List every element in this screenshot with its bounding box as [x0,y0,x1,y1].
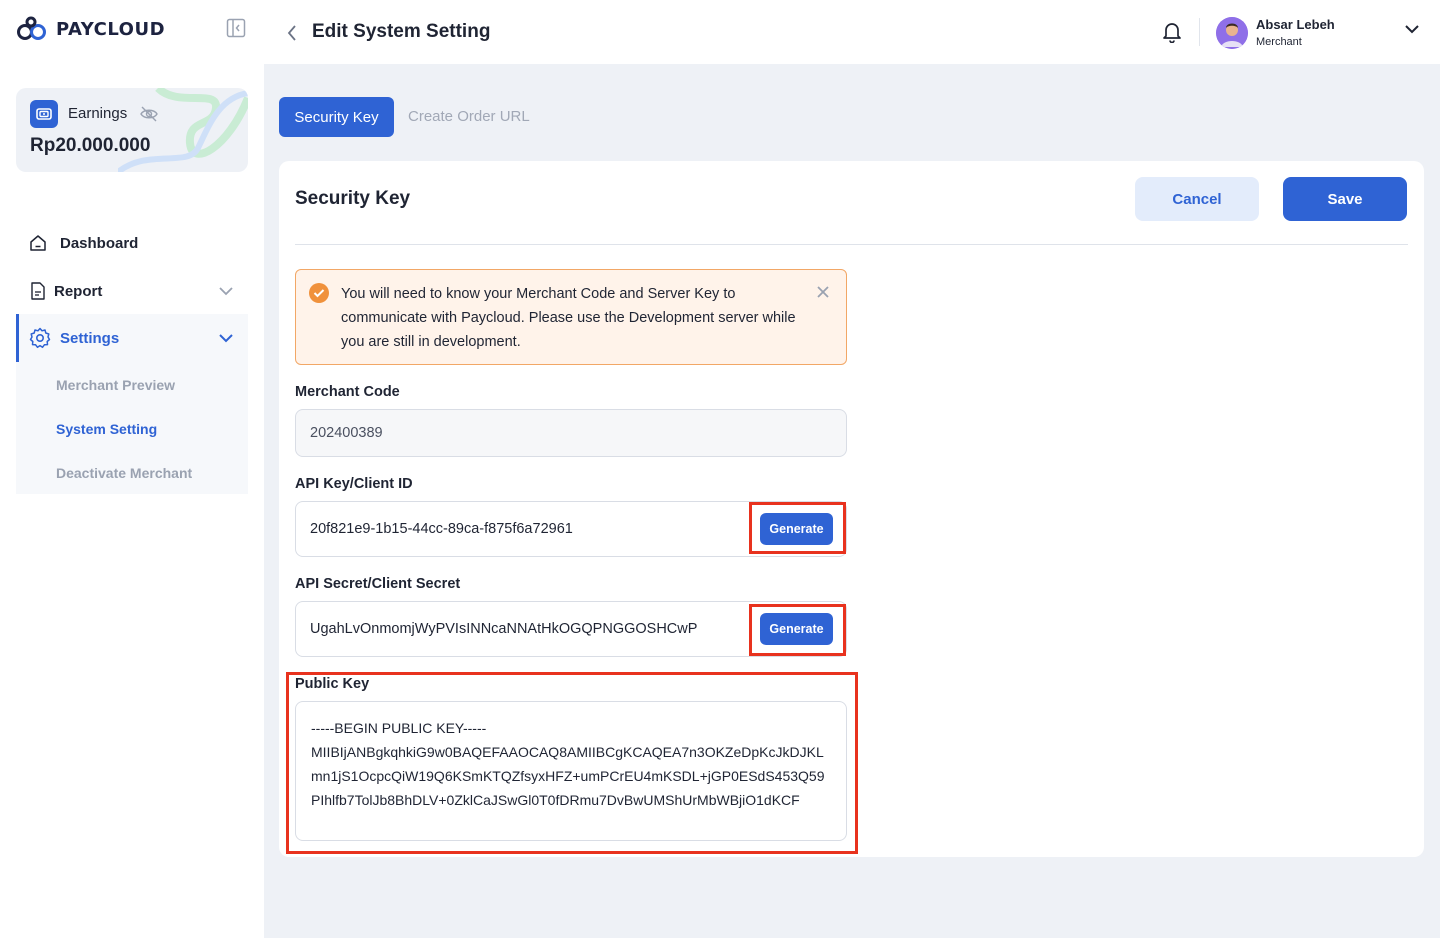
gear-icon [29,327,51,349]
cancel-button[interactable]: Cancel [1135,177,1259,221]
chevron-down-icon [219,287,233,296]
sidebar-subitem-merchant-preview[interactable]: Merchant Preview [56,377,175,393]
bell-icon[interactable] [1162,21,1182,43]
merchant-code-label: Merchant Code [295,384,400,400]
save-button[interactable]: Save [1283,177,1407,221]
sidebar: PAYCLOUD Earnings Rp20.000.000 Dashboard… [0,0,264,938]
sidebar-item-label: Dashboard [60,234,139,252]
brand-logo[interactable]: PAYCLOUD [16,16,165,42]
public-key-line: PIhlfb7TolJb8BhDLV+0ZklCaJSwGl0T0fDRmu7D… [311,792,800,808]
chevron-down-icon[interactable] [1404,24,1420,34]
api-secret-value: UgahLvOnmomjWyPVIsINNcaNNAtHkOGQPNGGOSHC… [310,621,698,637]
chevron-left-icon[interactable] [286,24,298,42]
page-title: Edit System Setting [312,21,491,42]
sidebar-item-dashboard[interactable]: Dashboard [16,221,248,265]
brand-name: PAYCLOUD [56,18,166,40]
earnings-value: Rp20.000.000 [30,135,151,156]
api-secret-field[interactable]: UgahLvOnmomjWyPVIsINNcaNNAtHkOGQPNGGOSHC… [295,601,847,657]
sidebar-item-report[interactable]: Report [16,269,248,313]
api-secret-label: API Secret/Client Secret [295,576,461,592]
public-key-line: -----BEGIN PUBLIC KEY----- [311,720,487,736]
sidebar-item-settings[interactable]: Settings [16,316,248,360]
alert-message: You will need to know your Merchant Code… [341,286,796,350]
earnings-label: Earnings [68,105,128,122]
info-alert: You will need to know your Merchant Code… [295,269,847,365]
public-key-label: Public Key [295,676,370,692]
user-name: Absar Lebeh [1256,17,1335,32]
public-key-line: MIIBIjANBgkqhkiG9w0BAQEFAAOCAQ8AMIIBCgKC… [311,744,824,760]
merchant-code-value: 202400389 [310,425,383,441]
api-key-label: API Key/Client ID [295,476,413,492]
home-icon [30,235,46,251]
check-circle-icon [309,283,329,303]
merchant-code-field: 202400389 [295,409,847,457]
tab-security-key[interactable]: Security Key [279,97,394,137]
api-key-field[interactable]: 20f821e9-1b15-44cc-89ca-f875f6a72961 Gen… [295,501,847,557]
divider [295,244,1408,245]
user-role: Merchant [1256,36,1302,48]
chevron-down-icon [219,334,233,343]
avatar[interactable] [1216,17,1248,49]
generate-api-secret-button[interactable]: Generate [760,613,833,645]
close-icon[interactable] [816,285,830,299]
paycloud-logo-icon [17,16,46,40]
sidebar-subitem-system-setting[interactable]: System Setting [56,421,157,437]
earnings-card: Earnings Rp20.000.000 [16,88,248,172]
document-icon [31,282,45,300]
wallet-icon [30,100,58,128]
section-title: Security Key [295,188,411,209]
tab-create-order-url[interactable]: Create Order URL [408,108,530,125]
eye-off-icon[interactable] [140,106,158,122]
header-divider [1199,18,1200,46]
security-key-card: Security Key Cancel Save You will need t… [279,161,1424,857]
generate-api-key-button[interactable]: Generate [760,513,833,545]
earnings-decoration [118,88,248,172]
top-header: Edit System Setting Absar Lebeh Merchant [264,0,1440,64]
public-key-line: mn1jS1OcpcQiW19Q6KSmKTQZfsyxHFZ+umPCrEU4… [311,768,825,784]
sidebar-subitem-deactivate-merchant[interactable]: Deactivate Merchant [56,465,192,481]
public-key-textarea[interactable]: -----BEGIN PUBLIC KEY----- MIIBIjANBgkqh… [295,701,847,841]
settings-group: Settings Merchant Preview System Setting… [16,314,248,494]
sidebar-item-label: Report [54,282,103,300]
api-key-value: 20f821e9-1b15-44cc-89ca-f875f6a72961 [310,521,573,537]
sidebar-collapse-icon[interactable] [226,18,246,38]
sidebar-item-label: Settings [60,329,120,347]
